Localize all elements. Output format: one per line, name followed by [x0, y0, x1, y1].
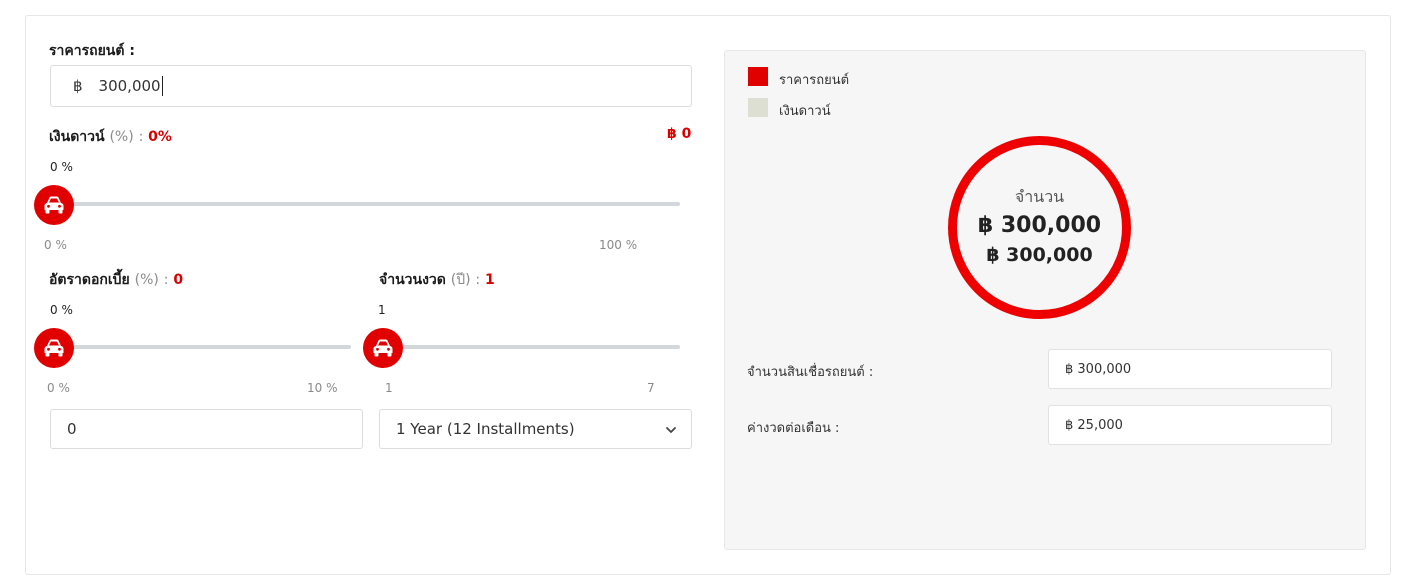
loan-amount-field: ฿ 300,000 [1048, 349, 1332, 389]
down-payment-slider-handle[interactable] [34, 185, 74, 225]
installments-title: จำนวนงวด [379, 272, 446, 288]
legend-label-down-payment: เงินดาวน์ [779, 104, 831, 119]
installments-label: จำนวนงวด (ปี) : 1 [379, 269, 495, 291]
monthly-payment-value: ฿ 25,000 [1065, 417, 1123, 433]
down-payment-label: เงินดาวน์ (%) : 0% [49, 126, 172, 148]
interest-sep: : [163, 272, 169, 288]
monthly-payment-label: ค่างวดต่อเดือน : [747, 421, 840, 436]
down-payment-title: เงินดาวน์ [49, 129, 105, 145]
down-payment-amount: ฿ 0 [667, 126, 692, 142]
chevron-down-icon [666, 427, 676, 433]
monthly-payment-field: ฿ 25,000 [1048, 405, 1332, 445]
text-caret [161, 76, 163, 96]
interest-slider-value: 0 % [50, 303, 73, 317]
car-icon [373, 339, 393, 357]
car-icon [44, 339, 64, 357]
donut-value-primary: ฿ 300,000 [977, 213, 1102, 238]
loan-amount-value: ฿ 300,000 [1065, 361, 1132, 377]
down-payment-track[interactable] [54, 202, 680, 206]
down-payment-max: 100 % [599, 238, 638, 252]
down-payment-unit: (%) [109, 129, 134, 145]
currency-symbol: ฿ [73, 77, 83, 95]
installments-unit: (ปี) [450, 272, 471, 288]
installments-value: 1 [485, 272, 495, 288]
interest-input[interactable]: 0 [50, 409, 363, 449]
installments-min: 1 [385, 381, 393, 395]
interest-track[interactable] [54, 345, 351, 349]
loan-amount-label: จำนวนสินเชื่อรถยนต์ : [747, 365, 874, 380]
installments-track[interactable] [383, 345, 680, 349]
installments-slider-value: 1 [378, 303, 386, 317]
installments-sep: : [475, 272, 481, 288]
interest-max: 10 % [307, 381, 338, 395]
donut-value-secondary: ฿ 300,000 [986, 244, 1093, 266]
legend-swatch-down-payment [748, 98, 768, 117]
interest-label: อัตราดอกเบี้ย (%) : 0 [49, 269, 183, 291]
legend-swatch-car-price [748, 67, 768, 86]
installments-slider-handle[interactable] [363, 328, 403, 368]
interest-slider-handle[interactable] [34, 328, 74, 368]
donut-title: จำนวน [1014, 187, 1065, 206]
interest-min: 0 % [47, 381, 70, 395]
installments-select[interactable]: 1 Year (12 Installments) [379, 409, 692, 449]
car-price-input[interactable]: ฿ 300,000 [50, 65, 692, 107]
down-payment-min: 0 % [44, 238, 67, 252]
car-icon [44, 196, 64, 214]
down-payment-slider-value: 0 % [50, 160, 73, 174]
car-price-value: 300,000 [98, 77, 161, 95]
installments-max: 7 [647, 381, 655, 395]
legend-label-car-price: ราคารถยนต์ [779, 73, 850, 88]
interest-unit: (%) [134, 272, 159, 288]
down-payment-percent: 0% [148, 129, 172, 145]
car-price-label: ราคารถยนต์ : [49, 43, 135, 59]
interest-title: อัตราดอกเบี้ย [49, 272, 130, 288]
interest-value: 0 [173, 272, 184, 288]
installments-select-value: 1 Year (12 Installments) [396, 420, 575, 438]
down-payment-sep: : [138, 129, 144, 145]
interest-input-value: 0 [67, 420, 77, 438]
